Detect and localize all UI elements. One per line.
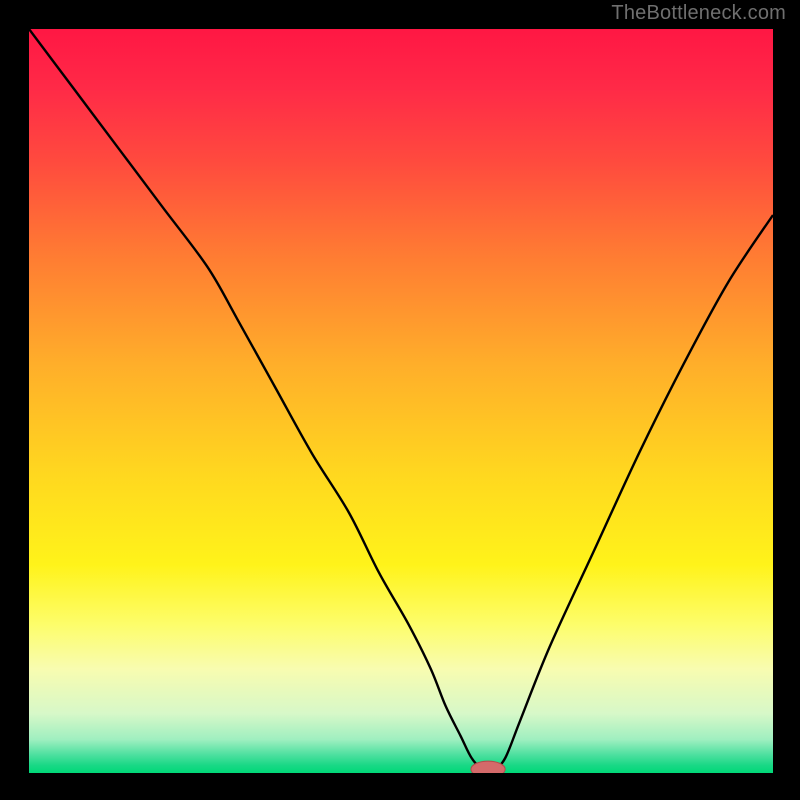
watermark-text: TheBottleneck.com	[611, 2, 786, 25]
bottleneck-chart-svg	[29, 29, 773, 773]
gradient-background	[29, 29, 773, 773]
plot-area	[29, 29, 773, 773]
chart-frame: TheBottleneck.com	[0, 0, 800, 800]
